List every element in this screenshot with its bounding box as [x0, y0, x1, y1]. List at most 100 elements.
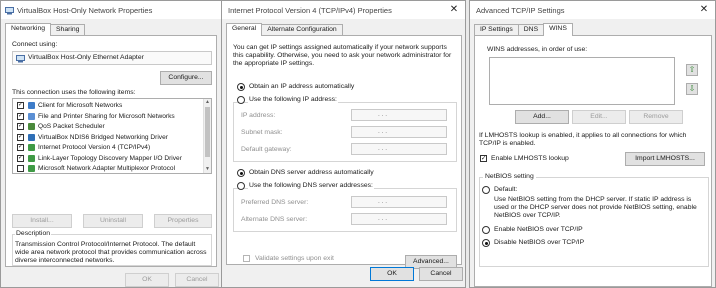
- close-icon[interactable]: ✕: [447, 3, 461, 17]
- ok-button[interactable]: OK: [370, 267, 414, 281]
- wins-address-list[interactable]: [489, 57, 675, 105]
- window-titlebar[interactable]: Advanced TCP/IP Settings ✕: [470, 1, 715, 19]
- enable-lmhosts-label[interactable]: Enable LMHOSTS lookup: [491, 155, 569, 162]
- validate-settings-checkbox[interactable]: [243, 255, 250, 262]
- obtain-ip-auto-radio[interactable]: [237, 83, 245, 91]
- bridge-driver-icon: [28, 133, 35, 141]
- wins-panel: WINS addresses, in order of use: ⇧ ⇩ Add…: [474, 35, 712, 287]
- list-item-label: Client for Microsoft Networks: [38, 102, 123, 109]
- list-item[interactable]: ✓ File and Printer Sharing for Microsoft …: [17, 112, 175, 121]
- disable-netbios-radio[interactable]: [482, 239, 490, 247]
- wins-list-label: WINS addresses, in order of use:: [487, 46, 588, 53]
- network-client-icon: [28, 102, 35, 109]
- ip-octet-separators: . . .: [378, 111, 388, 118]
- ip-octet-separators: . . .: [378, 145, 388, 152]
- list-item-label: Microsoft Network Adapter Multiplexor Pr…: [38, 165, 176, 172]
- default-gateway-label: Default gateway:: [241, 146, 292, 153]
- use-following-dns-label[interactable]: Use the following DNS server addresses:: [248, 182, 374, 189]
- use-following-ip-label[interactable]: Use the following IP address:: [248, 96, 338, 103]
- item-checkbox[interactable]: ✓: [17, 144, 24, 151]
- lmhosts-info: If LMHOSTS lookup is enabled, it applies…: [479, 132, 687, 148]
- default-gateway-input[interactable]: . . .: [351, 143, 447, 155]
- list-scrollbar[interactable]: ▲ ▼: [203, 99, 211, 173]
- network-adapter-icon: [16, 55, 25, 63]
- list-item[interactable]: ✓ QoS Packet Scheduler: [17, 122, 105, 131]
- tab-strip: Networking Sharing: [5, 23, 86, 36]
- window-titlebar[interactable]: VirtualBox Host-Only Network Properties: [1, 1, 221, 19]
- intro-text: You can get IP settings assigned automat…: [233, 44, 452, 68]
- tab-sharing[interactable]: Sharing: [50, 24, 86, 35]
- netbios-default-label[interactable]: Default:: [494, 186, 517, 193]
- list-item[interactable]: ✓ VirtualBox NDIS6 Bridged Networking Dri…: [17, 133, 168, 142]
- advanced-tcpip-window: Advanced TCP/IP Settings ✕ IP Settings D…: [469, 0, 716, 288]
- remove-button[interactable]: Remove: [629, 110, 683, 124]
- window-titlebar[interactable]: Internet Protocol Version 4 (TCP/IPv4) P…: [222, 1, 465, 19]
- subnet-mask-input[interactable]: . . .: [351, 126, 447, 138]
- preferred-dns-label: Preferred DNS server:: [241, 199, 309, 206]
- list-item-label: Link-Layer Topology Discovery Mapper I/O…: [38, 154, 182, 162]
- use-following-ip-radio[interactable]: [237, 96, 245, 104]
- move-down-arrow-icon[interactable]: ⇩: [686, 83, 698, 95]
- window-title: Internet Protocol Version 4 (TCP/IPv4) P…: [228, 5, 392, 15]
- ok-button[interactable]: OK: [125, 273, 169, 287]
- install-button[interactable]: Install...: [12, 214, 72, 228]
- tab-general[interactable]: General: [226, 23, 263, 36]
- configure-button[interactable]: Configure...: [160, 71, 212, 85]
- uninstall-button[interactable]: Uninstall: [83, 214, 143, 228]
- scroll-up-arrow-icon[interactable]: ▲: [204, 99, 211, 106]
- window-title: Advanced TCP/IP Settings: [476, 5, 565, 15]
- scroll-thumb[interactable]: [205, 107, 210, 157]
- import-lmhosts-button[interactable]: Import LMHOSTS...: [625, 152, 705, 166]
- tab-strip: General Alternate Configuration: [226, 23, 343, 36]
- use-following-dns-radio[interactable]: [237, 182, 245, 190]
- obtain-dns-auto-label[interactable]: Obtain DNS server address automatically: [249, 169, 374, 176]
- list-item[interactable]: ✓ Internet Protocol Version 4 (TCP/IPv4): [17, 143, 150, 152]
- item-checkbox[interactable]: ✓: [17, 133, 24, 141]
- ip-address-input[interactable]: . . .: [351, 109, 447, 121]
- item-checkbox[interactable]: ✓: [17, 123, 24, 130]
- item-checkbox[interactable]: ✓: [17, 112, 24, 120]
- description-text: Transmission Control Protocol/Internet P…: [15, 241, 207, 265]
- item-checkbox[interactable]: [17, 165, 24, 172]
- host-only-network-properties-window: VirtualBox Host-Only Network Properties …: [0, 0, 222, 288]
- netbios-default-radio[interactable]: [482, 186, 490, 194]
- window-content: Networking Sharing Connect using: Virtua…: [1, 19, 221, 287]
- items-label: This connection uses the following items…: [12, 89, 136, 96]
- ipv4-properties-window: Internet Protocol Version 4 (TCP/IPv4) P…: [221, 0, 466, 288]
- enable-netbios-radio[interactable]: [482, 226, 490, 234]
- add-button[interactable]: Add...: [515, 110, 569, 124]
- netbios-default-description: Use NetBIOS setting from the DHCP server…: [494, 196, 697, 220]
- alternate-dns-input[interactable]: . . .: [351, 213, 447, 225]
- cancel-button[interactable]: Cancel: [175, 273, 219, 287]
- cancel-button[interactable]: Cancel: [419, 267, 463, 281]
- preferred-dns-input[interactable]: . . .: [351, 196, 447, 208]
- obtain-ip-auto-label[interactable]: Obtain an IP address automatically: [249, 83, 354, 90]
- connect-using-label: Connect using:: [12, 41, 58, 48]
- item-checkbox[interactable]: ✓: [17, 154, 24, 162]
- properties-button[interactable]: Properties: [154, 214, 212, 228]
- adapter-name: VirtualBox Host-Only Ethernet Adapter: [28, 54, 144, 61]
- tab-networking[interactable]: Networking: [5, 23, 51, 36]
- edit-button[interactable]: Edit...: [572, 110, 626, 124]
- window-content: IP Settings DNS WINS WINS addresses, in …: [470, 19, 715, 287]
- adapter-field: VirtualBox Host-Only Ethernet Adapter: [12, 51, 212, 65]
- list-item[interactable]: Microsoft Network Adapter Multiplexor Pr…: [17, 164, 175, 173]
- close-icon[interactable]: ✕: [697, 3, 711, 17]
- tab-ip-settings[interactable]: IP Settings: [474, 24, 519, 35]
- obtain-dns-auto-radio[interactable]: [237, 169, 245, 177]
- list-item[interactable]: ✓ Client for Microsoft Networks: [17, 101, 122, 110]
- validate-settings-label[interactable]: Validate settings upon exit: [255, 255, 334, 262]
- enable-lmhosts-checkbox[interactable]: [480, 155, 487, 162]
- networking-panel: Connect using: VirtualBox Host-Only Ethe…: [5, 35, 217, 267]
- protocol-icon: [28, 154, 35, 162]
- scroll-down-arrow-icon[interactable]: ▼: [204, 166, 211, 173]
- tab-dns[interactable]: DNS: [517, 24, 545, 35]
- tab-alternate-configuration[interactable]: Alternate Configuration: [261, 24, 343, 35]
- move-up-arrow-icon[interactable]: ⇧: [686, 64, 698, 76]
- disable-netbios-label[interactable]: Disable NetBIOS over TCP/IP: [494, 239, 584, 246]
- list-item[interactable]: ✓ Link-Layer Topology Discovery Mapper I/…: [17, 154, 182, 163]
- item-checkbox[interactable]: ✓: [17, 102, 24, 109]
- protocol-icon: [28, 165, 35, 172]
- enable-netbios-label[interactable]: Enable NetBIOS over TCP/IP: [494, 226, 583, 233]
- tab-wins[interactable]: WINS: [543, 23, 573, 36]
